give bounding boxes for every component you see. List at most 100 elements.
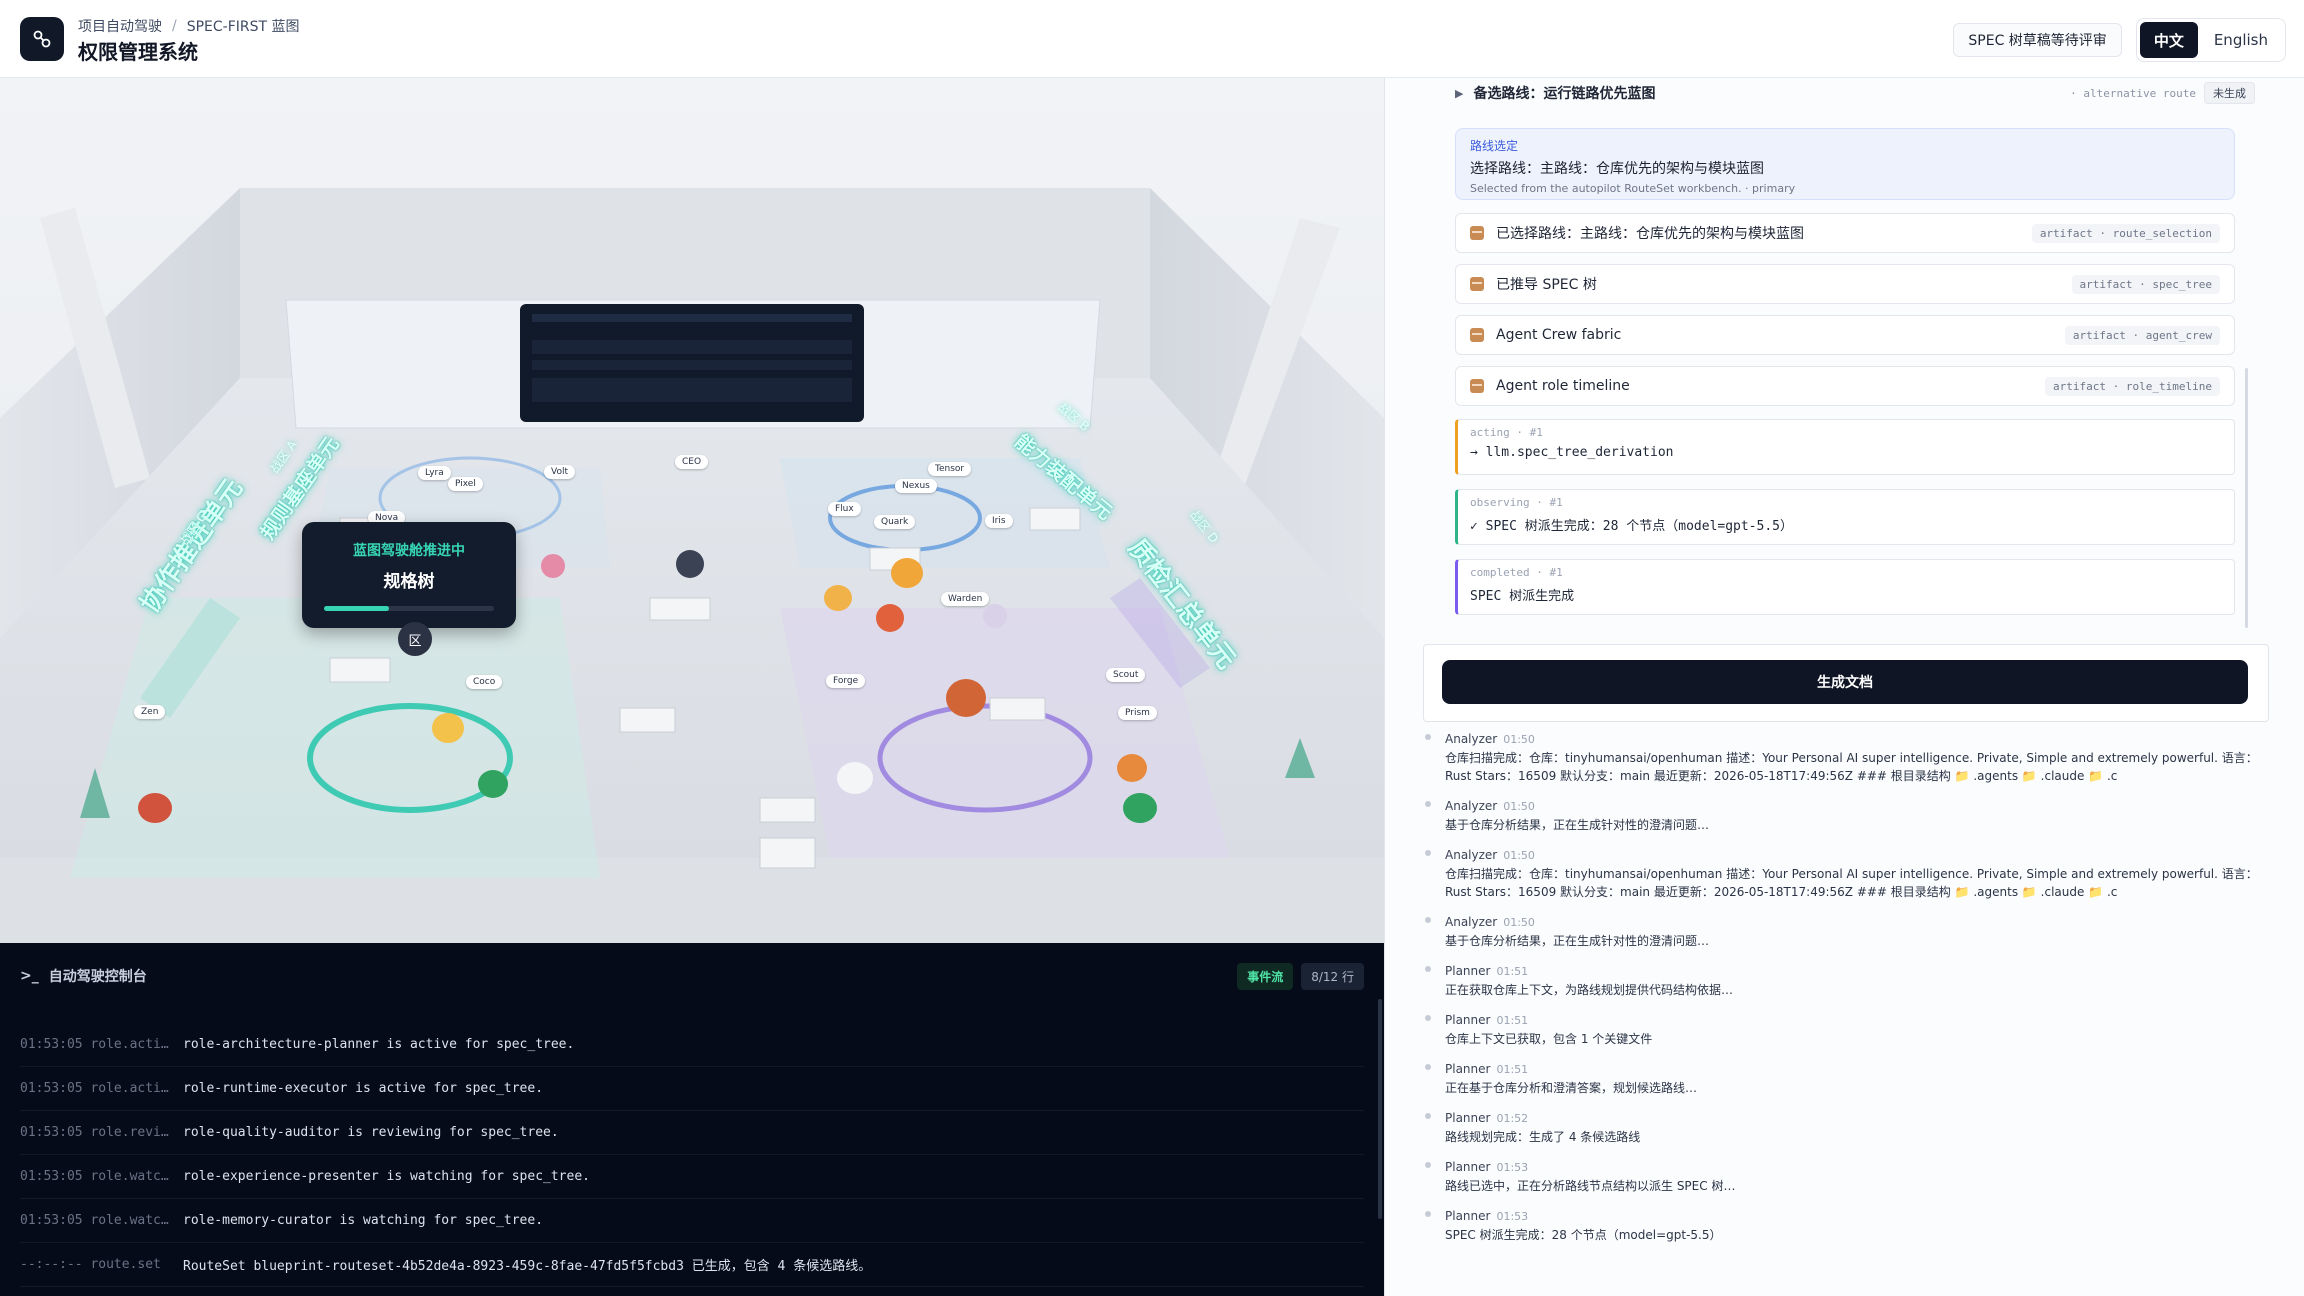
event-time: 01:50 (1503, 916, 1535, 929)
event-time: 01:50 (1503, 800, 1535, 813)
package-icon (1470, 328, 1484, 342)
cockpit-progress-kicker: 蓝图驾驶舱推进中 (353, 543, 465, 559)
console-scrollbar[interactable] (1378, 999, 1382, 1219)
lang-zh-button[interactable]: 中文 (2139, 22, 2198, 58)
breadcrumb: 项目自动驾驶 / SPEC-FIRST 蓝图 (78, 16, 300, 36)
log-meta: 01:53:05 role.watc… (20, 1213, 169, 1228)
event-time: 01:53 (1496, 1210, 1529, 1223)
phase-observing: observing · #1 ✓ SPEC 树派生完成：28 个节点（model… (1455, 489, 2235, 545)
route-selection-title: 选择路线：主路线：仓库优先的架构与模块蓝图 (1470, 161, 1764, 177)
agent-tag-ceo[interactable]: CEO (675, 455, 709, 469)
phase-kicker: completed · #1 (1470, 566, 1563, 579)
log-row: 01:53:05 role.acti… role-runtime-executor… (20, 1067, 1364, 1111)
log-message: role-runtime-executor is active for spec… (183, 1081, 544, 1096)
log-meta: --:--:-- route.set (20, 1257, 161, 1272)
agent-tag-zen[interactable]: Zen (134, 705, 166, 719)
cockpit-progress-fill (324, 606, 389, 611)
log-meta: 01:53:05 role.watc… (20, 1169, 169, 1184)
agent-tag-lyra[interactable]: Lyra (418, 466, 451, 480)
log-message: role-memory-curator is watching for spec… (183, 1213, 544, 1228)
log-row: 01:53:05 role.revi… role-quality-auditor … (20, 1111, 1364, 1155)
log-meta: 01:53:05 role.acti… (20, 1037, 169, 1052)
phase-kicker: acting · #1 (1470, 426, 1543, 439)
agent-tag-warden[interactable]: Warden (941, 592, 990, 606)
agent-tag-flux[interactable]: Flux (828, 502, 861, 516)
agent-tag-prism[interactable]: Prism (1118, 706, 1157, 720)
cockpit-progress-card: 蓝图驾驶舱推进中 规格树 (302, 522, 516, 628)
artifact-role-timeline[interactable]: Agent role timeline artifact · role_time… (1455, 366, 2235, 406)
event-text: 仓库扫描完成：仓库：tinyhumansai/openhuman 描述：Your… (1445, 751, 2258, 783)
agent-tag-volt[interactable]: Volt (544, 465, 575, 479)
agent-tag-coco[interactable]: Coco (466, 675, 503, 689)
cockpit-progress-bar (324, 606, 494, 611)
event-time: 01:50 (1503, 849, 1535, 862)
console-title: 自动驾驶控制台 (48, 969, 147, 985)
phase-value: SPEC 树派生完成 (1470, 589, 1575, 604)
log-message: role-experience-presenter is watching fo… (183, 1169, 590, 1184)
event-time: 01:50 (1503, 733, 1535, 746)
event-agent: Analyzer (1445, 732, 1498, 746)
package-icon (1470, 277, 1484, 291)
link-icon (33, 30, 51, 48)
agent-tag-forge[interactable]: Forge (826, 674, 866, 688)
row-count-badge: 8/12 行 (1301, 962, 1364, 990)
agent-tag-pixel[interactable]: Pixel (448, 477, 483, 491)
blueprint-side-panel: ▶ 备选路线：运行链路优先蓝图 · alternative route 未生成 … (1384, 78, 2304, 1296)
event-item: Analyzer 01:50 仓库扫描完成：仓库：tinyhumansai/open… (1423, 844, 2263, 901)
route-selection-card: 路线选定 选择路线：主路线：仓库优先的架构与模块蓝图 Selected from… (1455, 128, 2235, 200)
lang-en-button[interactable]: English (2200, 22, 2282, 58)
agent-tag-iris[interactable]: Iris (985, 514, 1013, 528)
app-logo[interactable] (20, 17, 64, 61)
event-stream-badge[interactable]: 事件流 (1237, 962, 1294, 990)
top-header: 项目自动驾驶 / SPEC-FIRST 蓝图 权限管理系统 SPEC 树草稿等待… (0, 0, 2304, 78)
zone-marker[interactable]: 区 (398, 622, 432, 656)
event-time: 01:52 (1496, 1112, 1529, 1125)
event-agent: Analyzer (1445, 915, 1498, 929)
artifact-route-selection[interactable]: 已选择路线：主路线：仓库优先的架构与模块蓝图 artifact · route_… (1455, 213, 2235, 253)
event-item: Planner 01:53 路线已选中，正在分析路线节点结构以派生 SPEC 树… (1423, 1156, 2263, 1195)
expand-triangle-icon: ▶ (1455, 86, 1464, 100)
alternative-route-row[interactable]: ▶ 备选路线：运行链路优先蓝图 · alternative route 未生成 (1455, 78, 2255, 108)
event-agent: Planner (1445, 964, 1491, 978)
event-text: SPEC 树派生完成：28 个节点（model=gpt-5.5） (1445, 1228, 1722, 1242)
event-item: Planner 01:51 正在基于仓库分析和澄清答案，规划候选路线… (1423, 1058, 2263, 1097)
breadcrumb-item-project[interactable]: 项目自动驾驶 (78, 16, 162, 36)
artifact-agent-crew[interactable]: Agent Crew fabric artifact · agent_crew (1455, 315, 2235, 355)
event-text: 仓库上下文已获取，包含 1 个关键文件 (1445, 1032, 1653, 1046)
event-text: 仓库扫描完成：仓库：tinyhumansai/openhuman 描述：Your… (1445, 867, 2258, 899)
log-message: role-architecture-planner is active for … (183, 1037, 575, 1052)
generate-document-button[interactable]: 生成文档 (1442, 660, 2248, 704)
agent-tag-nexus[interactable]: Nexus (895, 479, 937, 493)
event-agent: Analyzer (1445, 799, 1498, 813)
terminal-prompt-icon: >_ (20, 968, 39, 984)
log-message: role-quality-auditor is reviewing for sp… (183, 1125, 559, 1140)
artifact-label: 已推导 SPEC 树 (1496, 277, 1597, 293)
phase-acting: acting · #1 → llm.spec_tree_derivation (1455, 419, 2235, 475)
breadcrumb-separator: / (172, 18, 177, 34)
event-item: Planner 01:53 SPEC 树派生完成：28 个节点（model=gpt-… (1423, 1205, 2263, 1244)
agent-tag-tensor[interactable]: Tensor (928, 462, 972, 476)
cockpit-progress-title: 规格树 (383, 572, 435, 592)
event-text: 正在基于仓库分析和澄清答案，规划候选路线… (1445, 1081, 1698, 1095)
artifact-spec-tree[interactable]: 已推导 SPEC 树 artifact · spec_tree (1455, 264, 2235, 304)
phase-value: → llm.spec_tree_derivation (1470, 445, 1674, 460)
language-switcher: 中文 English (2135, 18, 2286, 62)
agent-tag-quark[interactable]: Quark (874, 515, 916, 529)
artifact-tag: artifact · spec_tree (2071, 274, 2220, 294)
office-scene-viewport[interactable]: Lyra Pixel Nova Volt CEO Tensor Nexus Fl… (0, 78, 1384, 943)
event-agent: Analyzer (1445, 848, 1498, 862)
route-selection-kicker: 路线选定 (1470, 139, 1519, 153)
event-text: 路线已选中，正在分析路线节点结构以派生 SPEC 树… (1445, 1179, 1736, 1193)
alternative-route-tag: · alternative route (2070, 86, 2196, 100)
event-item: Analyzer 01:50 仓库扫描完成：仓库：tinyhumansai/open… (1423, 728, 2263, 785)
event-time: 01:51 (1496, 965, 1529, 978)
event-time: 01:51 (1496, 1063, 1529, 1076)
event-item: Planner 01:52 路线规划完成：生成了 4 条候选路线 (1423, 1107, 2263, 1146)
agent-tag-scout[interactable]: Scout (1106, 668, 1146, 682)
alternative-route-status: 未生成 (2204, 82, 2255, 104)
timeline-scrollbar[interactable] (2245, 368, 2248, 628)
event-text: 基于仓库分析结果，正在生成针对性的澄清问题… (1445, 818, 1710, 832)
log-row: 01:53:05 role.watc… role-memory-curator i… (20, 1199, 1364, 1243)
event-agent: Planner (1445, 1111, 1491, 1125)
breadcrumb-item-blueprint[interactable]: SPEC-FIRST 蓝图 (187, 16, 300, 36)
